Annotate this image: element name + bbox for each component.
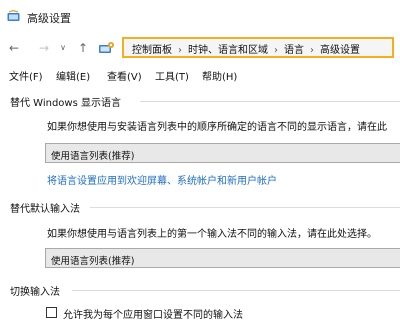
menu-help[interactable]: 帮助(H): [202, 68, 237, 83]
address-bar[interactable]: 控制面板 › 时钟、语言和区域 › 语言 › 高级设置: [122, 37, 394, 58]
breadcrumb: 控制面板 › 时钟、语言和区域 › 语言 › 高级设置: [132, 41, 360, 56]
breadcrumb-separator[interactable]: ›: [274, 45, 278, 56]
menu-tools[interactable]: 工具(T): [155, 68, 189, 83]
divider: [72, 290, 400, 291]
menu-bar: 文件(F) 编辑(E) 查看(V) 工具(T) 帮助(H): [0, 64, 400, 84]
divider: [140, 101, 400, 102]
breadcrumb-item-control-panel[interactable]: 控制面板: [132, 45, 172, 56]
input-method-select-value: 使用语言列表(推荐): [51, 256, 135, 267]
section-title-input-method: 替代默认输入法: [10, 204, 80, 215]
section-title-switch-input: 切换输入法: [10, 287, 60, 298]
breadcrumb-separator[interactable]: ›: [178, 45, 182, 56]
menu-view[interactable]: 查看(V): [107, 68, 142, 83]
arrow-right-icon[interactable]: →: [37, 41, 51, 55]
display-language-select-value: 使用语言列表(推荐): [51, 151, 135, 162]
arrow-left-icon[interactable]: ←: [7, 41, 21, 55]
divider: [90, 207, 400, 208]
input-method-select[interactable]: 使用语言列表(推荐): [45, 248, 400, 268]
input-method-description: 如果你想使用与语言列表上的第一个输入法不同的输入法，请在此处选择。: [47, 229, 377, 240]
section-title-display-language: 替代 Windows 显示语言: [10, 98, 121, 109]
breadcrumb-item-advanced-settings[interactable]: 高级设置: [320, 45, 360, 56]
breadcrumb-separator[interactable]: ›: [310, 45, 314, 56]
window-title: 高级设置: [27, 12, 71, 25]
control-panel-icon: [99, 42, 114, 53]
apply-language-settings-link[interactable]: 将语言设置应用到欢迎屏幕、系统帐户和新用户帐户: [47, 172, 277, 187]
display-language-description: 如果你想使用与安装语言列表中的顺序所确定的语言不同的显示语言，请在此: [47, 122, 387, 133]
title-bar: 高级设置: [0, 0, 400, 32]
menu-edit[interactable]: 编辑(E): [56, 68, 90, 83]
chevron-down-icon[interactable]: ∨: [56, 41, 70, 55]
per-app-input-method-checkbox[interactable]: [46, 307, 57, 318]
control-panel-icon: [7, 10, 20, 21]
breadcrumb-item-language[interactable]: 语言: [284, 45, 304, 56]
menu-file[interactable]: 文件(F): [9, 68, 43, 83]
display-language-select[interactable]: 使用语言列表(推荐): [45, 143, 400, 163]
arrow-up-icon[interactable]: ↑: [76, 41, 90, 55]
breadcrumb-item-clock-language-region[interactable]: 时钟、语言和区域: [188, 45, 268, 56]
